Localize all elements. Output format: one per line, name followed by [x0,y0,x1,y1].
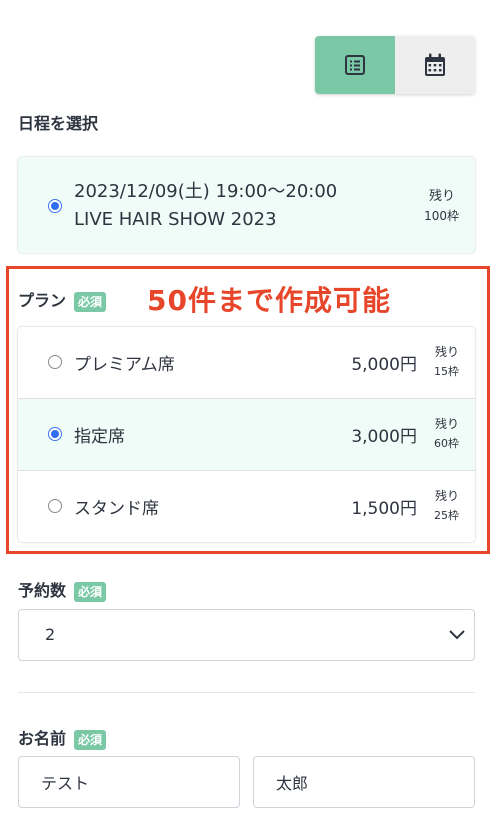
schedule-label: 日程を選択 [18,114,99,133]
reservation-count-value: 2 [45,625,56,644]
plan-remaining-label: 残り [434,345,459,359]
divider [18,692,475,693]
name-label: お名前 [18,729,67,748]
name-label-group: お名前 必須 [18,725,107,750]
schedule-datetime: 2023/12/09(土) 19:00〜20:00 [74,181,338,202]
first-name-input[interactable] [253,756,475,808]
plan-price: 5,000円 [351,355,417,375]
plan-option[interactable]: スタンド席 1,500円 残り 25枠 [18,471,475,542]
schedule-option[interactable]: 2023/12/09(土) 19:00〜20:00 LIVE HAIR SHOW… [18,157,475,253]
plan-price: 1,500円 [351,499,417,519]
reservation-count-label: 予約数 [18,581,67,600]
plan-option[interactable]: 指定席 3,000円 残り 60枠 [18,399,475,471]
plan-remaining-count: 60枠 [434,437,459,450]
plan-list: プレミアム席 5,000円 残り 15枠 指定席 3,000円 残り 60枠 ス… [18,327,475,542]
plan-remaining-label: 残り [434,417,459,431]
plan-name: スタンド席 [74,499,159,519]
annotation-text: 50件まで作成可能 [147,284,391,317]
plan-radio[interactable] [48,499,62,513]
plan-name: プレミアム席 [74,355,175,375]
schedule-radio[interactable] [48,199,62,213]
calendar-icon [425,53,445,76]
plan-radio[interactable] [48,355,62,369]
list-icon [345,55,365,75]
plan-remaining-count: 25枠 [434,509,459,522]
chevron-down-icon [449,630,465,640]
plan-remaining-count: 15枠 [434,365,459,378]
schedule-event-name: LIVE HAIR SHOW 2023 [74,209,277,230]
plan-name: 指定席 [74,427,125,447]
view-toggle [315,36,475,94]
last-name-input[interactable] [18,756,240,808]
reservation-count-select[interactable]: 2 [18,609,475,661]
schedule-remaining-label: 残り [428,189,455,204]
reservation-count-label-group: 予約数 必須 [18,577,107,602]
plan-remaining-label: 残り [434,489,459,503]
plan-option[interactable]: プレミアム席 5,000円 残り 15枠 [18,327,475,399]
schedule-remaining-count: 100枠 [424,209,459,223]
plan-radio[interactable] [48,427,62,441]
plan-price: 3,000円 [351,427,417,447]
required-badge: 必須 [74,581,107,602]
required-badge: 必須 [74,729,107,750]
list-view-button[interactable] [315,36,395,94]
calendar-view-button[interactable] [395,36,475,94]
